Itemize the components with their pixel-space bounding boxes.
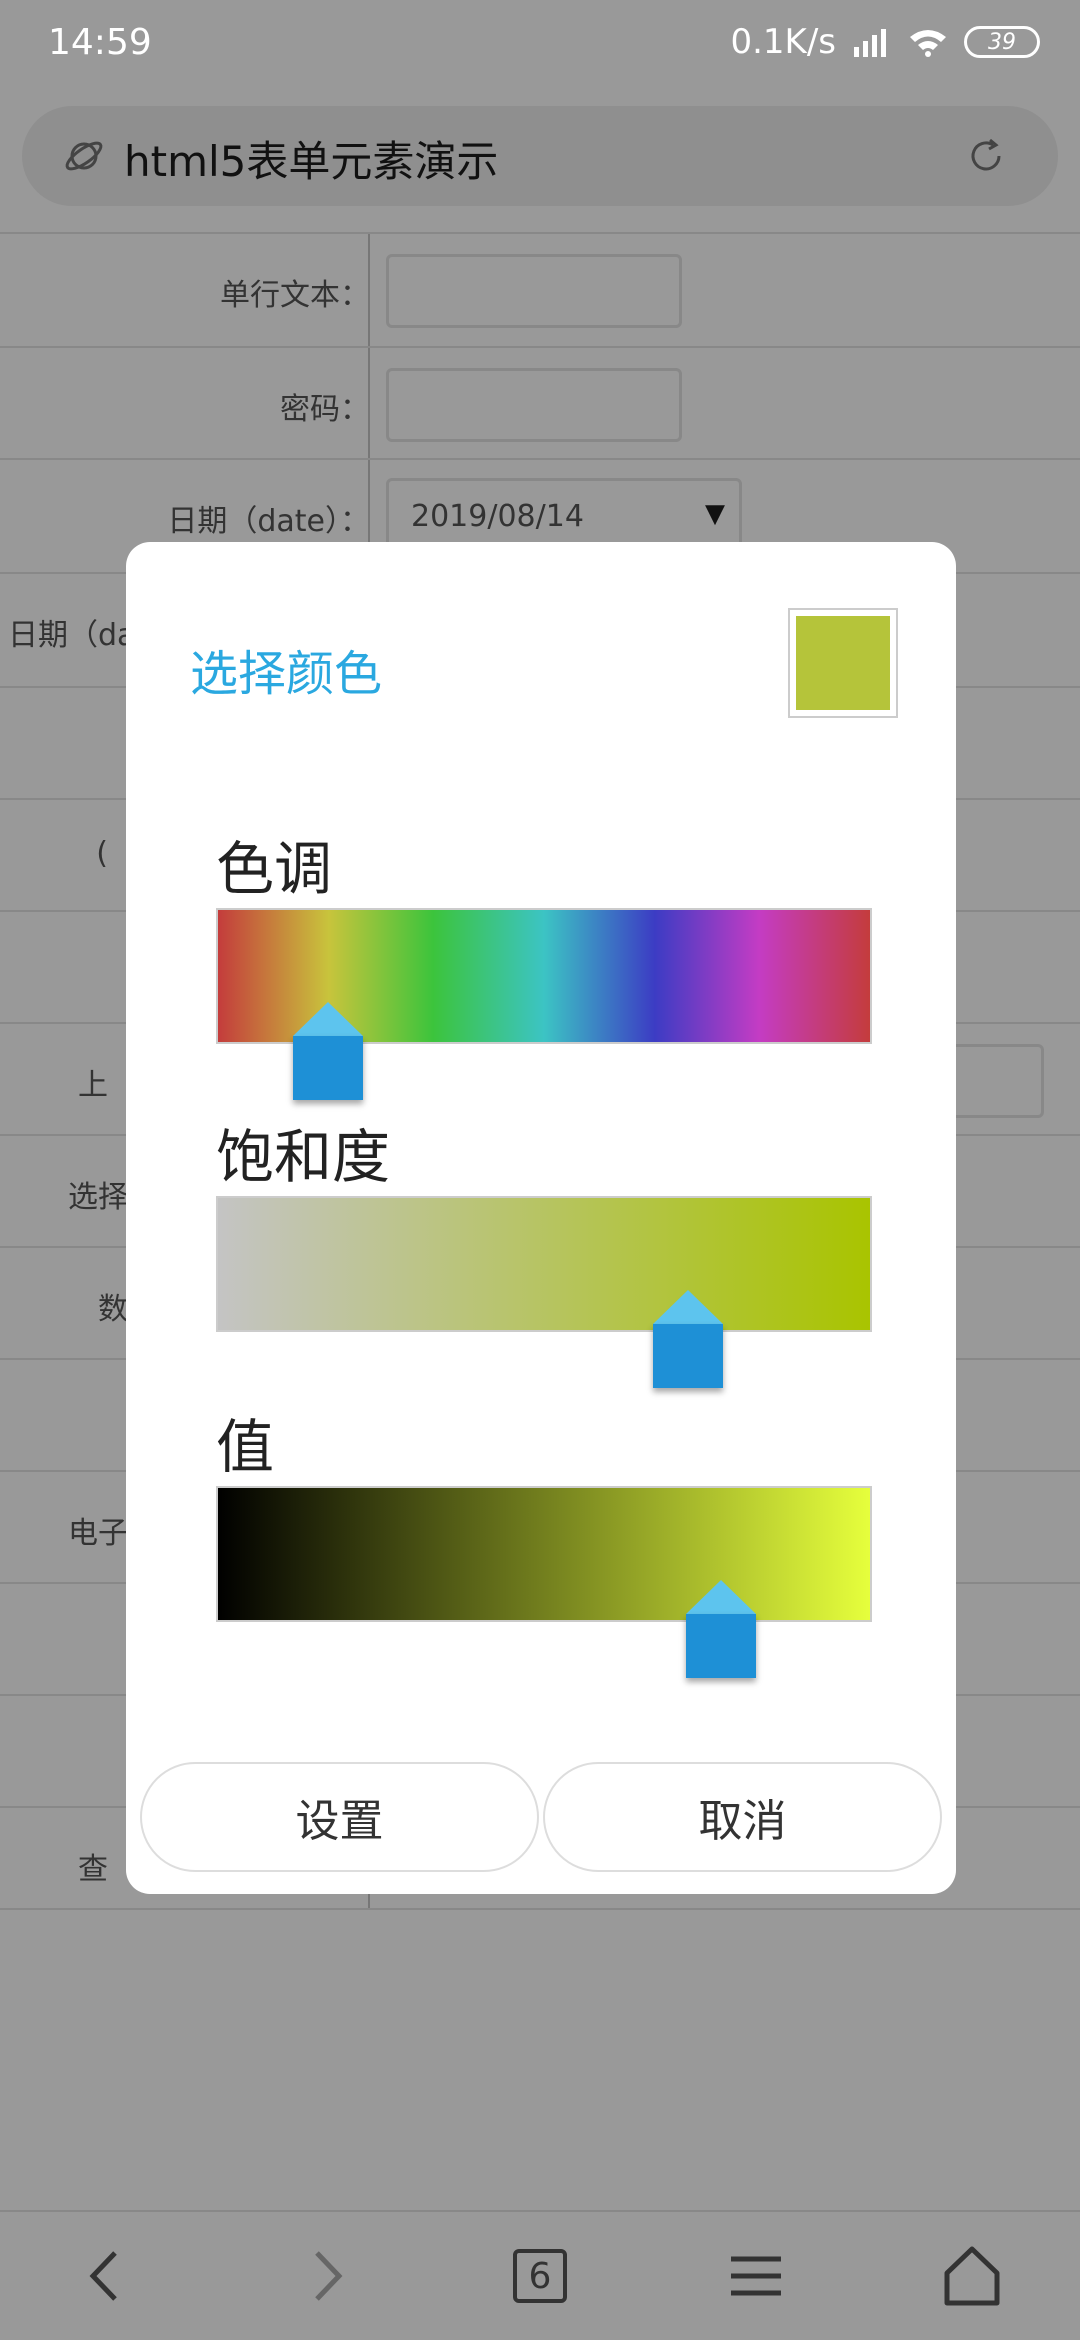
color-picker-dialog: 选择颜色 色调 饱和度 值 设置 取消 [126,542,956,1894]
form-row: 单行文本： [0,232,1080,346]
dialog-buttons: 设置 取消 [140,1762,942,1872]
set-button[interactable]: 设置 [140,1762,539,1872]
page-title: html5表单元素演示 [124,137,499,186]
dropdown-arrow-icon: ▼ [705,499,725,529]
cancel-button[interactable]: 取消 [543,1762,942,1872]
form-row: 密码： [0,346,1080,458]
dialog-title: 选择颜色 [190,646,383,702]
reload-icon[interactable] [966,136,1006,176]
home-icon [944,2246,1000,2306]
forward-arrow-icon [315,2251,343,2301]
battery-level: 39 [988,29,1016,55]
menu-button[interactable] [648,2212,864,2340]
browser-nav-bar: 6 [0,2212,1080,2340]
network-speed: 0.1K/s [730,22,836,62]
date-select[interactable]: 2019/08/14 ▼ [386,478,742,552]
saturation-slider-handle[interactable] [653,1290,724,1388]
color-preview [788,608,898,718]
text-input[interactable] [386,254,682,328]
form-label: 查 [78,1852,108,1887]
hue-slider-handle[interactable] [292,1002,363,1100]
status-indicators: 0.1K/s 39 [730,22,1040,62]
battery-icon: 39 [964,26,1040,58]
form-label: 日期（da [8,618,136,653]
status-bar: 14:59 0.1K/s 39 [0,0,1080,92]
wifi-icon [910,30,946,57]
saturation-label: 饱和度 [216,1123,391,1191]
value-label: 值 [216,1413,275,1481]
back-button[interactable] [0,2212,216,2340]
planet-icon [65,141,103,171]
form-label: 电子 [68,1516,128,1551]
form-label: ( [96,836,108,871]
signal-icon [854,29,886,57]
saturation-slider[interactable] [216,1196,872,1332]
forward-button[interactable] [216,2212,432,2340]
password-input[interactable] [386,368,682,442]
form-label: 单行文本： [220,278,370,313]
form-label: 选择 [68,1180,128,1215]
address-bar[interactable]: html5表单元素演示 [22,106,1058,206]
value-slider[interactable] [216,1486,872,1622]
form-label: 密码： [280,392,370,427]
value-slider-handle[interactable] [686,1580,757,1678]
form-label: 上 [78,1068,108,1103]
color-swatch [796,616,890,710]
home-button[interactable] [864,2212,1080,2340]
form-label: 数 [98,1292,128,1327]
back-arrow-icon [89,2251,117,2301]
menu-icon [731,2256,781,2296]
form-label: 日期（date）： [167,504,370,539]
tab-count: 6 [513,2249,567,2303]
date-value: 2019/08/14 [411,499,584,534]
status-time: 14:59 [48,22,152,63]
hue-label: 色调 [216,835,333,903]
tabs-button[interactable]: 6 [432,2212,648,2340]
